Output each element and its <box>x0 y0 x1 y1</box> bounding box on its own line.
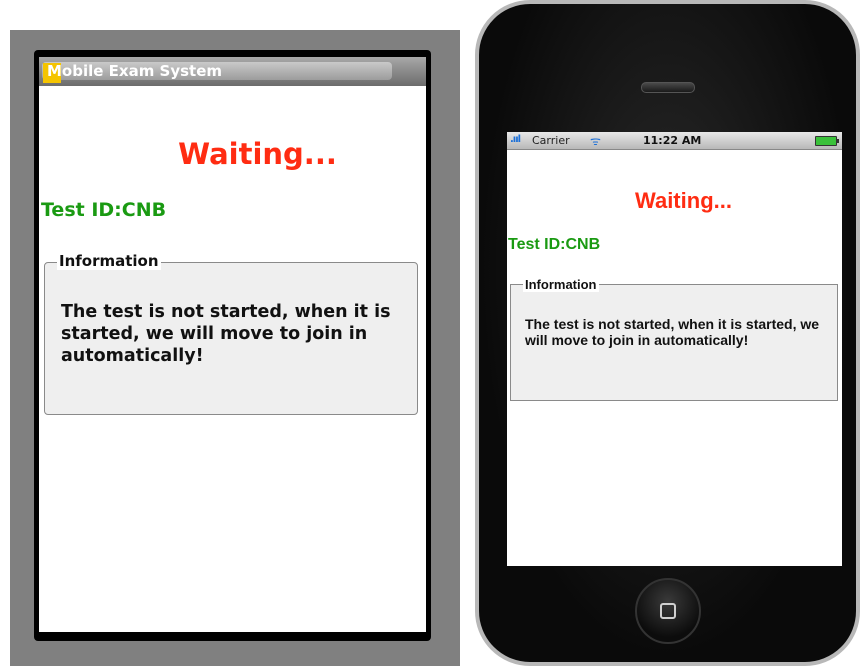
information-text: The test is not started, when it is star… <box>61 302 391 366</box>
signal-icon: .ııl <box>510 134 521 145</box>
battery-icon <box>815 136 839 146</box>
android-screen: Mobile Exam System Waiting... Test ID:CN… <box>34 50 431 641</box>
test-id-label: Test ID:CNB <box>508 236 601 253</box>
iphone-screen: .ııl Carrier ᯤ 11:22 AM Waiting... Test … <box>507 132 842 566</box>
wifi-icon: ᯤ <box>590 134 601 148</box>
information-legend: Information <box>57 252 161 270</box>
information-legend: Information <box>523 277 599 292</box>
test-id-label: Test ID:CNB <box>41 199 167 221</box>
status-bar: .ııl Carrier ᯤ 11:22 AM <box>507 132 842 150</box>
information-fieldset: Information The test is not started, whe… <box>510 277 838 401</box>
status-time: 11:22 AM <box>643 134 702 147</box>
information-fieldset: Information The test is not started, whe… <box>44 252 418 415</box>
android-title-bar: Mobile Exam System <box>39 57 426 86</box>
information-text: The test is not started, when it is star… <box>525 316 820 348</box>
android-app-view: Mobile Exam System Waiting... Test ID:CN… <box>39 57 426 632</box>
carrier-label: Carrier <box>532 134 570 147</box>
app-title: Mobile Exam System <box>47 62 223 80</box>
waiting-status: Waiting... <box>635 188 732 213</box>
speaker-grille <box>641 82 695 93</box>
iphone-simulator-frame: .ııl Carrier ᯤ 11:22 AM Waiting... Test … <box>475 0 860 666</box>
waiting-status: Waiting... <box>178 137 337 171</box>
home-button[interactable] <box>635 578 701 644</box>
home-icon <box>660 603 676 619</box>
